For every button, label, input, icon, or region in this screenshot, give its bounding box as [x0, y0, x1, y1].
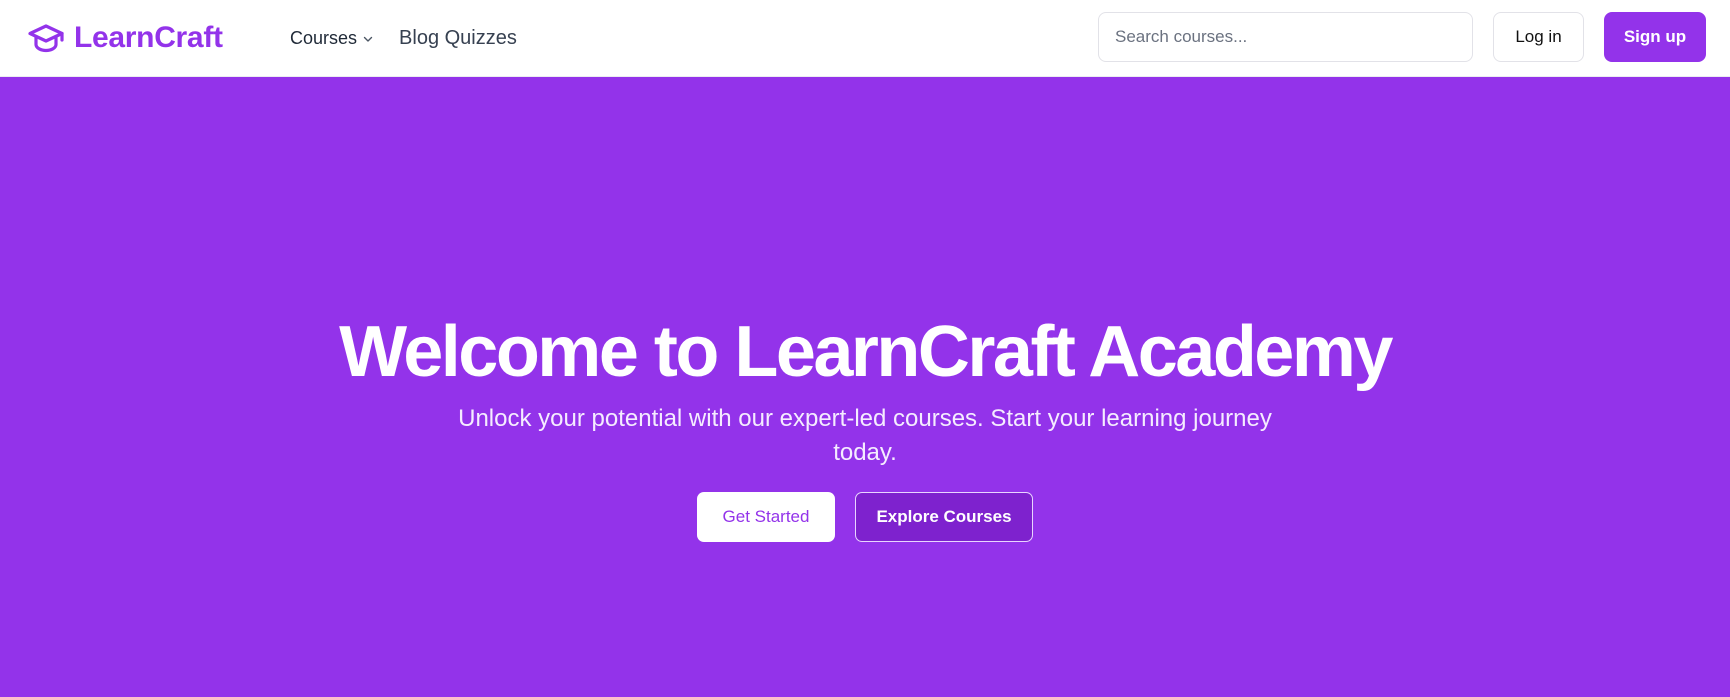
brand-name: LearnCraft	[74, 21, 223, 54]
nav-courses-dropdown[interactable]: Courses	[290, 28, 373, 49]
search-input[interactable]	[1098, 12, 1473, 62]
hero-actions: Get Started Explore Courses	[0, 492, 1730, 542]
get-started-button[interactable]: Get Started	[697, 492, 835, 542]
chevron-down-icon	[363, 33, 373, 43]
hero-title: Welcome to LearnCraft Academy	[339, 312, 1393, 392]
top-navbar: LearnCraft Courses Blog Quizzes Log in S…	[0, 0, 1730, 77]
nav-link-blog-quizzes[interactable]: Blog Quizzes	[399, 27, 517, 50]
login-button[interactable]: Log in	[1493, 12, 1584, 62]
hero-section: Welcome to LearnCraft Academy Unlock you…	[0, 77, 1730, 697]
graduation-cap-icon	[27, 23, 65, 53]
hero-subtitle: Unlock your potential with our expert-le…	[458, 405, 1272, 466]
brand-logo-link[interactable]: LearnCraft	[27, 18, 223, 58]
main-nav: Courses Blog Quizzes	[290, 22, 517, 54]
nav-courses-label: Courses	[290, 27, 358, 48]
signup-button[interactable]: Sign up	[1604, 12, 1706, 62]
explore-courses-button[interactable]: Explore Courses	[855, 492, 1033, 542]
